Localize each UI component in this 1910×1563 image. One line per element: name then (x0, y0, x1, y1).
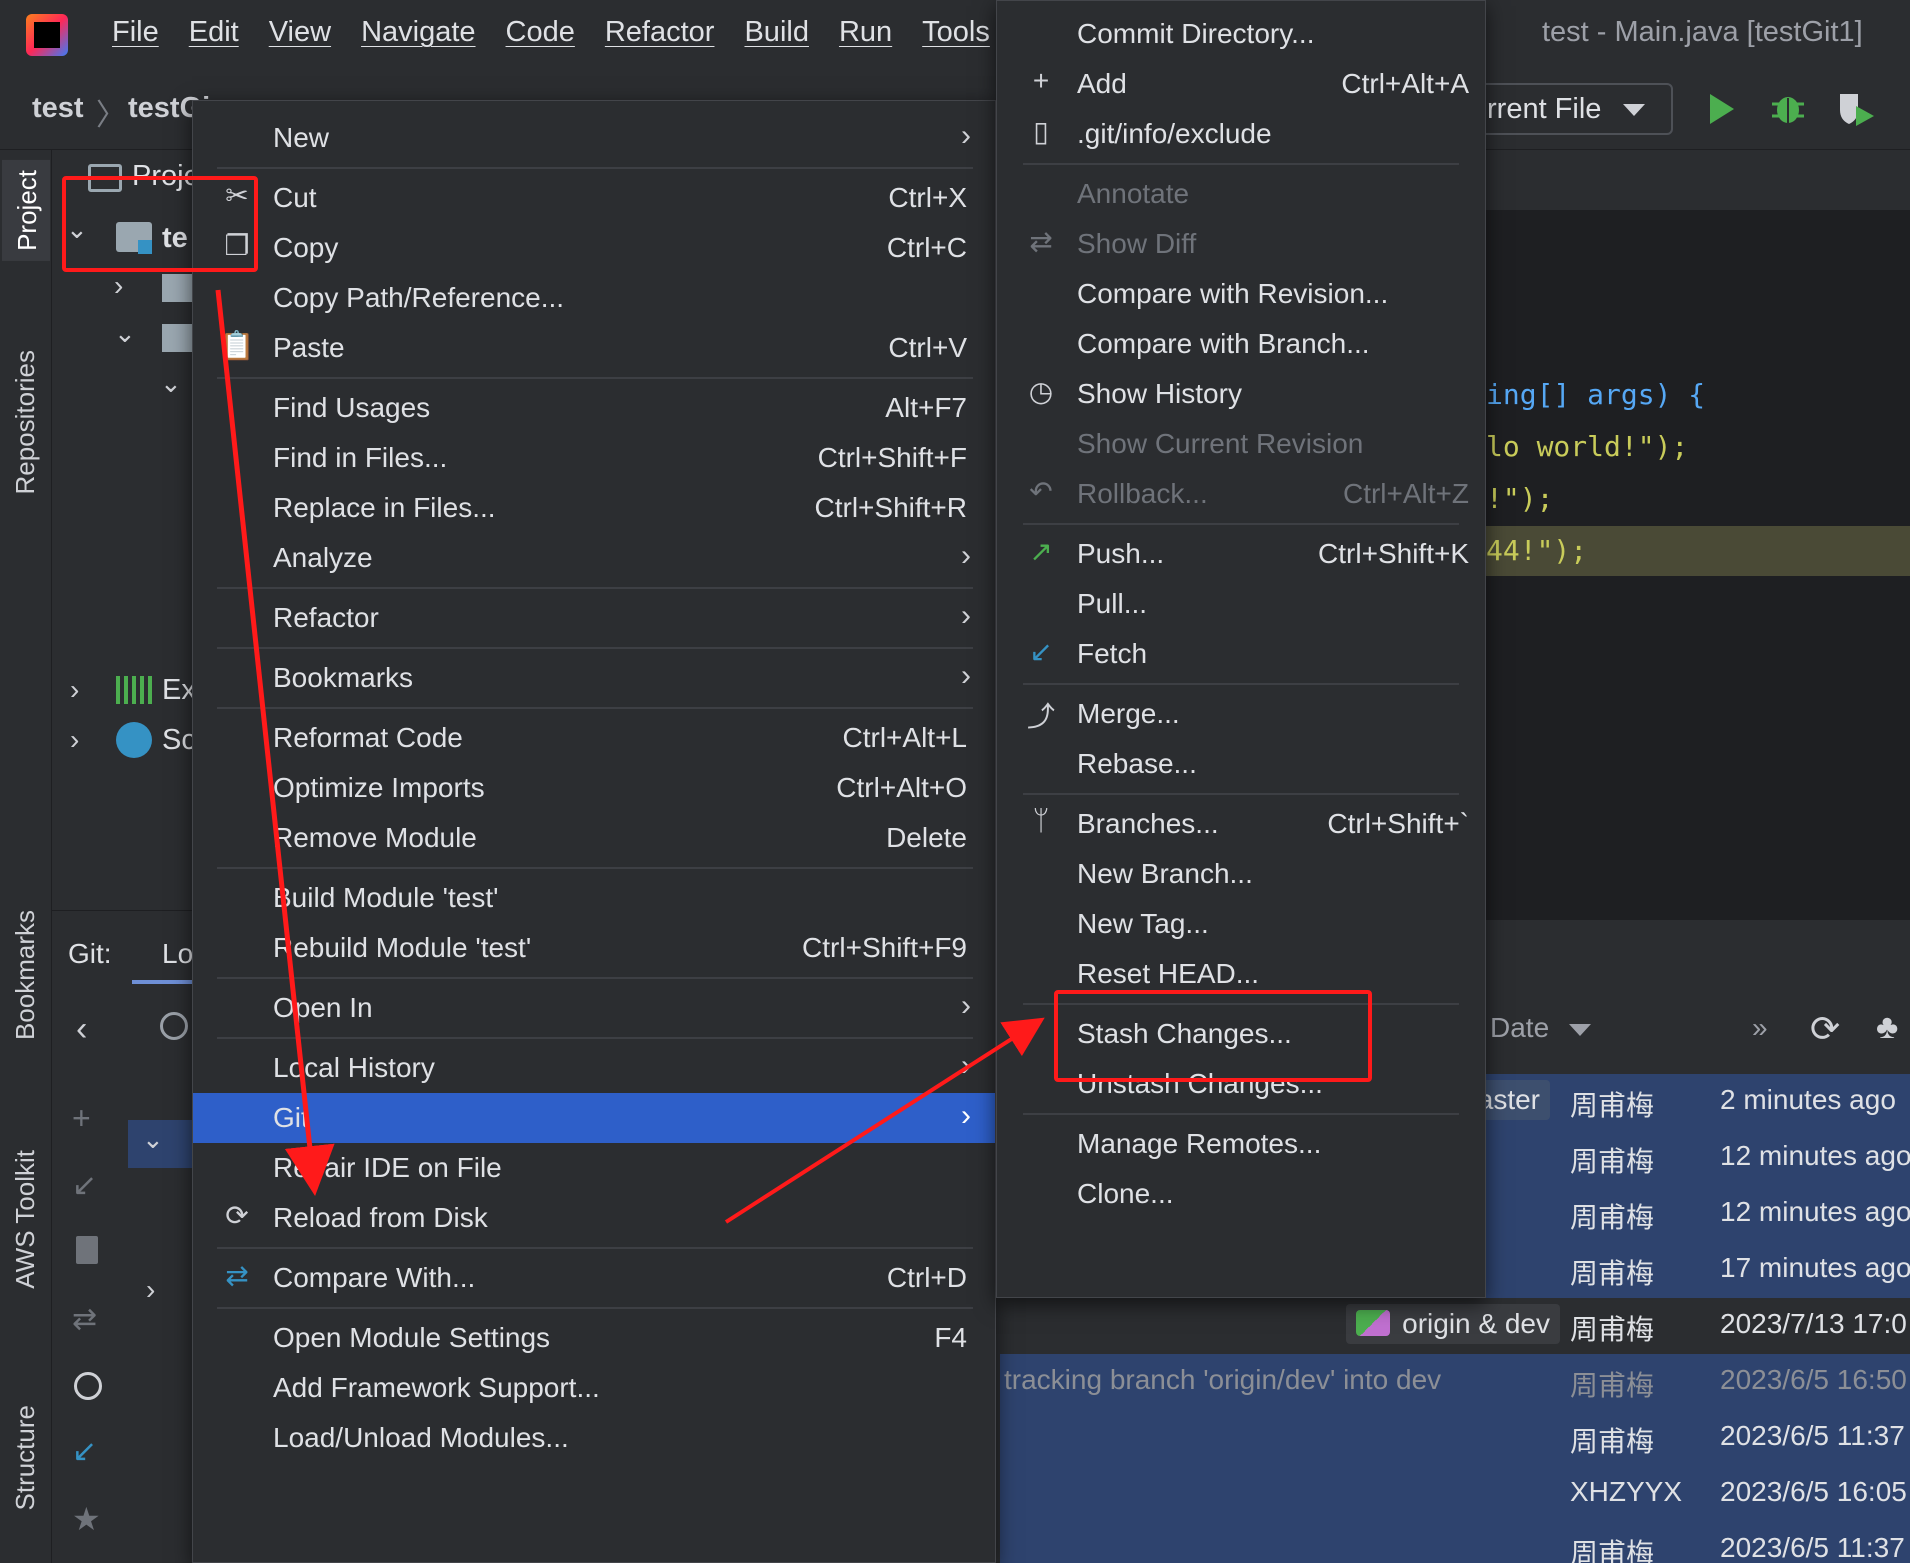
annotation-arrow-to-reset-head (724, 1017, 1045, 1224)
annotation-arrows (215, 289, 1045, 1224)
annotation-arrow-to-git (215, 289, 335, 1196)
